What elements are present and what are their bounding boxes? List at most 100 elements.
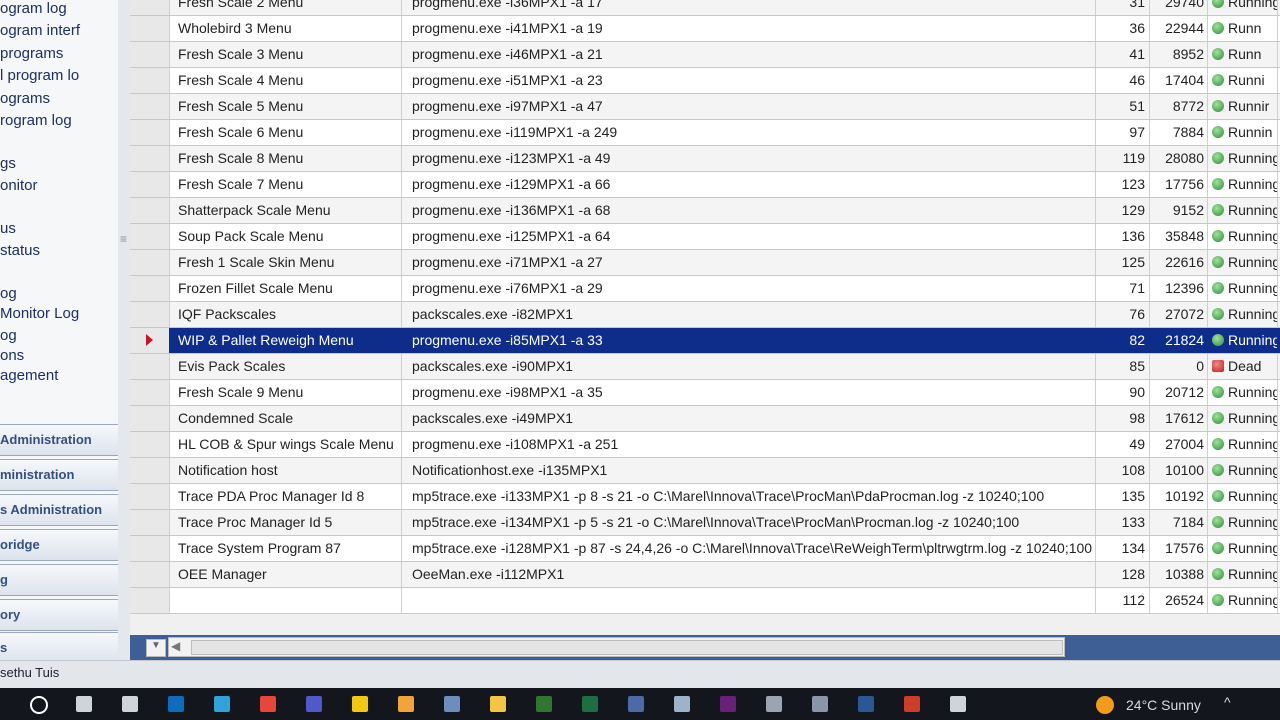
table-row[interactable]: OEE Manager OeeMan.exe -i112MPX1 128 10388 R… bbox=[130, 562, 1280, 588]
process-id-cell[interactable]: 134 bbox=[1096, 536, 1150, 561]
sidebar-link[interactable]: programs bbox=[0, 45, 63, 62]
project-icon[interactable] bbox=[536, 696, 552, 712]
process-id-cell[interactable]: 51 bbox=[1096, 94, 1150, 119]
process-name-cell[interactable] bbox=[174, 588, 402, 613]
splitter-grip-icon[interactable]: ≡ bbox=[120, 232, 127, 246]
pid-cell[interactable]: 22616 bbox=[1150, 250, 1208, 275]
row-selector[interactable] bbox=[130, 120, 170, 145]
status-cell[interactable]: Runn bbox=[1208, 16, 1278, 41]
sidebar-link[interactable]: agement bbox=[0, 367, 58, 384]
status-cell[interactable]: Running bbox=[1208, 562, 1278, 587]
command-line-cell[interactable]: OeeMan.exe -i112MPX1 bbox=[406, 562, 1096, 587]
sun-icon[interactable] bbox=[1096, 696, 1114, 714]
process-id-cell[interactable]: 76 bbox=[1096, 302, 1150, 327]
process-id-cell[interactable]: 71 bbox=[1096, 276, 1150, 301]
command-line-cell[interactable]: packscales.exe -i82MPX1 bbox=[406, 302, 1096, 327]
monitor-icon[interactable] bbox=[812, 696, 828, 712]
sidebar-link[interactable]: ons bbox=[0, 347, 24, 364]
status-cell[interactable]: Running bbox=[1208, 146, 1278, 171]
command-line-cell[interactable]: progmenu.exe -i51MPX1 -a 23 bbox=[406, 68, 1096, 93]
table-row[interactable]: Notification host Notificationhost.exe -i… bbox=[130, 458, 1280, 484]
command-line-cell[interactable]: progmenu.exe -i71MPX1 -a 27 bbox=[406, 250, 1096, 275]
command-line-cell[interactable]: progmenu.exe -i98MPX1 -a 35 bbox=[406, 380, 1096, 405]
status-cell[interactable]: Runnir bbox=[1208, 94, 1278, 119]
row-selector[interactable] bbox=[130, 94, 170, 119]
command-line-cell[interactable]: progmenu.exe -i85MPX1 -a 33 bbox=[406, 328, 1096, 353]
sidebar-link[interactable]: og bbox=[0, 327, 17, 344]
process-name-cell[interactable]: Soup Pack Scale Menu bbox=[174, 224, 402, 249]
table-row[interactable]: Trace PDA Proc Manager Id 8 mp5trace.exe … bbox=[130, 484, 1280, 510]
sidebar-nav-button[interactable]: ory bbox=[0, 599, 118, 631]
row-selector[interactable] bbox=[130, 68, 170, 93]
command-line-cell[interactable]: progmenu.exe -i76MPX1 -a 29 bbox=[406, 276, 1096, 301]
process-id-cell[interactable]: 49 bbox=[1096, 432, 1150, 457]
camera-icon[interactable] bbox=[766, 696, 782, 712]
process-id-cell[interactable]: 136 bbox=[1096, 224, 1150, 249]
process-name-cell[interactable]: Fresh Scale 8 Menu bbox=[174, 146, 402, 171]
pid-cell[interactable]: 22944 bbox=[1150, 16, 1208, 41]
process-id-cell[interactable]: 123 bbox=[1096, 172, 1150, 197]
row-selector[interactable] bbox=[130, 276, 170, 301]
pid-cell[interactable]: 8772 bbox=[1150, 94, 1208, 119]
pid-cell[interactable]: 17576 bbox=[1150, 536, 1208, 561]
row-selector[interactable] bbox=[130, 42, 170, 67]
pid-cell[interactable]: 28080 bbox=[1150, 146, 1208, 171]
table-row[interactable]: Shatterpack Scale Menu progmenu.exe -i136… bbox=[130, 198, 1280, 224]
process-name-cell[interactable]: Wholebird 3 Menu bbox=[174, 16, 402, 41]
process-id-cell[interactable]: 36 bbox=[1096, 16, 1150, 41]
pid-cell[interactable]: 29740 bbox=[1150, 0, 1208, 15]
pid-cell[interactable]: 21824 bbox=[1150, 328, 1208, 353]
row-selector[interactable] bbox=[130, 536, 170, 561]
command-line-cell[interactable]: progmenu.exe -i136MPX1 -a 68 bbox=[406, 198, 1096, 223]
row-selector[interactable] bbox=[130, 380, 170, 405]
process-id-cell[interactable]: 135 bbox=[1096, 484, 1150, 509]
pid-cell[interactable]: 0 bbox=[1150, 354, 1208, 379]
process-name-cell[interactable]: Fresh 1 Scale Skin Menu bbox=[174, 250, 402, 275]
start-icon[interactable] bbox=[30, 696, 48, 714]
sidebar-link[interactable]: ogram log bbox=[0, 0, 67, 17]
pid-cell[interactable]: 17404 bbox=[1150, 68, 1208, 93]
process-id-cell[interactable]: 133 bbox=[1096, 510, 1150, 535]
teams-icon[interactable] bbox=[306, 696, 322, 712]
explorer-icon[interactable] bbox=[490, 696, 506, 712]
table-row[interactable]: Fresh Scale 6 Menu progmenu.exe -i119MPX1… bbox=[130, 120, 1280, 146]
status-cell[interactable]: Running bbox=[1208, 458, 1278, 483]
chrome-icon[interactable] bbox=[260, 696, 276, 712]
sidebar-link[interactable]: og bbox=[0, 285, 17, 302]
sidebar-link[interactable]: status bbox=[0, 242, 40, 259]
horizontal-scrollbar[interactable]: ◀ bbox=[168, 637, 1065, 657]
status-cell[interactable]: Running bbox=[1208, 484, 1278, 509]
process-id-cell[interactable]: 97 bbox=[1096, 120, 1150, 145]
process-name-cell[interactable]: IQF Packscales bbox=[174, 302, 402, 327]
table-row[interactable]: Fresh Scale 8 Menu progmenu.exe -i123MPX1… bbox=[130, 146, 1280, 172]
process-id-cell[interactable]: 85 bbox=[1096, 354, 1150, 379]
pid-cell[interactable]: 17756 bbox=[1150, 172, 1208, 197]
table-row[interactable]: Fresh Scale 4 Menu progmenu.exe -i51MPX1 … bbox=[130, 68, 1280, 94]
pid-cell[interactable]: 10388 bbox=[1150, 562, 1208, 587]
process-id-cell[interactable]: 119 bbox=[1096, 146, 1150, 171]
command-line-cell[interactable]: progmenu.exe -i129MPX1 -a 66 bbox=[406, 172, 1096, 197]
pid-cell[interactable]: 10192 bbox=[1150, 484, 1208, 509]
pid-cell[interactable]: 7884 bbox=[1150, 120, 1208, 145]
table-row[interactable]: Frozen Fillet Scale Menu progmenu.exe -i7… bbox=[130, 276, 1280, 302]
sidebar-link[interactable]: gs bbox=[0, 155, 16, 172]
process-name-cell[interactable]: WIP & Pallet Reweigh Menu bbox=[174, 328, 402, 353]
app-icon[interactable] bbox=[444, 696, 460, 712]
pid-cell[interactable]: 20712 bbox=[1150, 380, 1208, 405]
process-name-cell[interactable]: Trace PDA Proc Manager Id 8 bbox=[174, 484, 402, 509]
command-line-cell[interactable]: mp5trace.exe -i128MPX1 -p 87 -s 24,4,26 … bbox=[406, 536, 1096, 561]
sidebar-link[interactable]: us bbox=[0, 220, 16, 237]
sidebar-splitter[interactable] bbox=[118, 0, 130, 660]
status-cell[interactable]: Running bbox=[1208, 380, 1278, 405]
row-selector[interactable] bbox=[130, 328, 170, 353]
table-row[interactable]: Fresh Scale 2 Menu progmenu.exe -i36MPX1 … bbox=[130, 0, 1280, 16]
command-line-cell[interactable]: mp5trace.exe -i134MPX1 -p 5 -s 21 -o C:\… bbox=[406, 510, 1096, 535]
row-selector[interactable] bbox=[130, 432, 170, 457]
putty-icon[interactable] bbox=[674, 696, 690, 712]
pid-cell[interactable]: 10100 bbox=[1150, 458, 1208, 483]
row-selector[interactable] bbox=[130, 406, 170, 431]
row-selector[interactable] bbox=[130, 198, 170, 223]
process-name-cell[interactable]: Frozen Fillet Scale Menu bbox=[174, 276, 402, 301]
table-row[interactable]: Fresh Scale 5 Menu progmenu.exe -i97MPX1 … bbox=[130, 94, 1280, 120]
sidebar-nav-button[interactable]: ministration bbox=[0, 459, 118, 491]
